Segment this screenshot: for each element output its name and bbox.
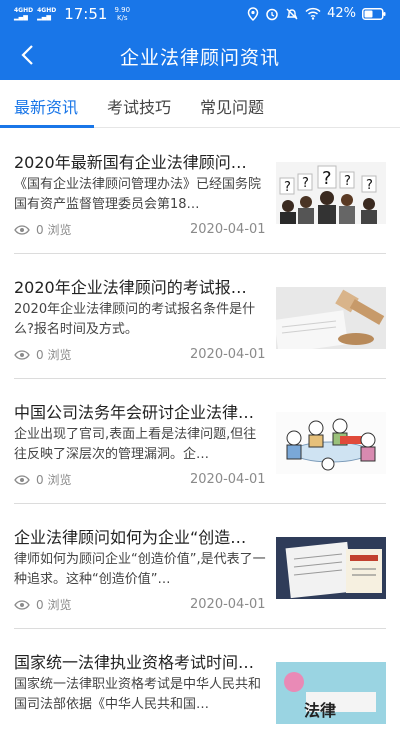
article-thumbnail [276,287,386,349]
eye-icon [14,599,30,610]
network-speed: 9.90 K/s [114,6,131,22]
article-title: 国家统一法律执业资格考试时间… [14,653,255,672]
status-time: 17:51 [64,5,108,23]
article-date: 2020-04-01 [190,472,266,487]
eye-icon [14,349,30,360]
network-indicator-2: 4GHD ▂▄▆ [37,7,57,21]
article-thumbnail [276,412,386,474]
article-item[interactable]: 2020年最新国有企业法律顾问… 《国有企业法律顾问管理办法》已经国务院国有资产… [0,129,400,254]
article-thumbnail: ? ? ? ? ? [276,162,386,224]
article-summary: 国家统一法律职业资格考试是中华人民共和国司法部依据《中华人民共和国… [14,677,262,712]
battery-percent: 42% [327,6,356,21]
article-summary: 2020年企业法律顾问的考试报名条件是什么?报名时间及方式。 [14,302,256,337]
tab-latest-news[interactable]: 最新资讯 [14,94,78,118]
wifi-icon [305,7,321,20]
battery-icon [362,7,386,20]
svg-text:?: ? [344,174,351,189]
tab-faq[interactable]: 常见问题 [200,94,264,118]
view-count: 0 浏览 [14,596,71,613]
article-summary: 律师如何为顾问企业“创造价值”,是代表了一种追求。这种“创造价值”… [14,552,266,587]
svg-text:?: ? [302,176,309,191]
tab-bar: 最新资讯 考试技巧 常见问题 [0,80,400,128]
page-title: 企业法律顾问资讯 [119,47,280,69]
article-item[interactable]: 2020年企业法律顾问的考试报… 2020年企业法律顾问的考试报名条件是什么?报… [0,254,400,379]
eye-icon [14,474,30,485]
article-date: 2020-04-01 [190,347,266,362]
article-summary: 《国有企业法律顾问管理办法》已经国务院国有资产监督管理委员会第18… [14,177,262,212]
article-title: 企业法律顾问如何为企业“创造… [14,528,247,547]
mute-bell-icon [286,8,298,19]
svg-text:?: ? [322,168,332,189]
location-icon [247,6,259,21]
view-count: 0 浏览 [14,471,71,488]
article-list: 2020年最新国有企业法律顾问… 《国有企业法律顾问管理办法》已经国务院国有资产… [0,129,400,754]
article-summary: 企业出现了官司,表面上看是法律问题,但往往反映了深层次的管理漏洞。企… [14,427,257,462]
article-thumbnail [276,537,386,599]
status-bar: 4GHD ▂▄▆ 4GHD ▂▄▆ 17:51 9.90 K/s 42% [0,0,400,30]
eye-icon [14,224,30,235]
svg-text:?: ? [366,178,373,193]
article-title: 2020年最新国有企业法律顾问… [14,153,247,172]
article-title: 2020年企业法律顾问的考试报… [14,278,247,297]
article-item[interactable]: 国家统一法律执业资格考试时间… 国家统一法律职业资格考试是中华人民共和国司法部依… [0,629,400,754]
view-count: 0 浏览 [14,221,71,238]
active-tab-indicator [0,125,94,128]
article-date: 2020-04-01 [190,222,266,237]
tab-exam-tips[interactable]: 考试技巧 [107,94,171,118]
network-indicator-1: 4GHD ▂▄▆ [14,7,34,21]
article-thumbnail: 法律 [276,662,386,724]
article-title: 中国公司法务年会研讨企业法律… [14,403,255,422]
app-bar: 企业法律顾问资讯 [0,30,400,80]
alarm-icon [266,8,278,20]
article-item[interactable]: 企业法律顾问如何为企业“创造… 律师如何为顾问企业“创造价值”,是代表了一种追求… [0,504,400,629]
article-item[interactable]: 中国公司法务年会研讨企业法律… 企业出现了官司,表面上看是法律问题,但往往反映了… [0,379,400,504]
article-date: 2020-04-01 [190,597,266,612]
view-count: 0 浏览 [14,346,71,363]
svg-text:?: ? [284,180,291,195]
